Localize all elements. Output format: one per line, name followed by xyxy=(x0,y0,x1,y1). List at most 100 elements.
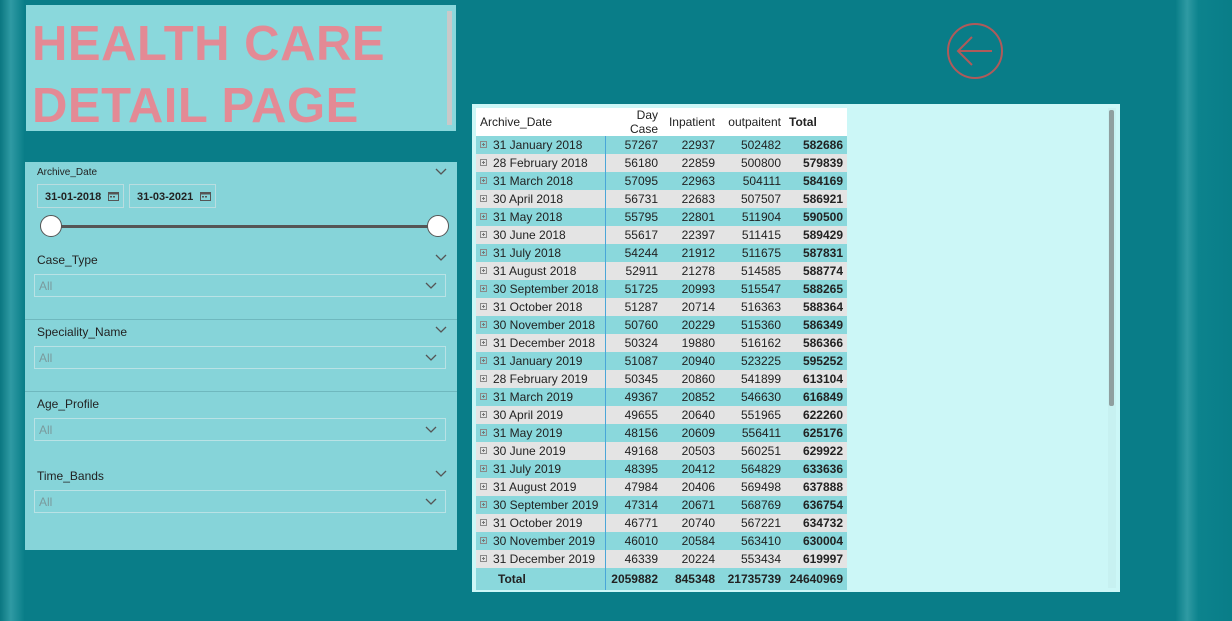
value-cell: 20993 xyxy=(662,280,719,298)
date-label: 31 December 2018 xyxy=(493,336,596,350)
title-scrollbar[interactable] xyxy=(447,11,452,125)
speciality-name-dropdown[interactable]: All xyxy=(34,346,446,369)
calendar-icon[interactable] xyxy=(200,191,211,201)
expand-icon[interactable] xyxy=(480,393,487,401)
column-header[interactable]: Day Case xyxy=(605,108,662,136)
expand-icon[interactable] xyxy=(480,483,487,491)
value-cell: 502482 xyxy=(719,136,785,154)
table-row: 31 January 2018 57267 22937 502482 582686 xyxy=(476,136,847,154)
chevron-down-icon[interactable] xyxy=(435,326,447,334)
expand-icon[interactable] xyxy=(480,195,487,203)
page-title-line2: DETAIL PAGE xyxy=(32,79,359,133)
date-cell: 31 October 2019 xyxy=(476,514,606,532)
column-header[interactable]: Total xyxy=(785,108,847,136)
chevron-down-icon[interactable] xyxy=(435,470,447,478)
total-cell: 629922 xyxy=(785,442,847,460)
total-cell: 625176 xyxy=(785,424,847,442)
expand-icon[interactable] xyxy=(480,213,487,221)
slider-end-handle[interactable] xyxy=(427,215,449,237)
end-date-input[interactable]: 31-03-2021 xyxy=(129,184,216,208)
start-date-value: 31-01-2018 xyxy=(45,191,102,203)
expand-icon[interactable] xyxy=(480,231,487,239)
expand-icon[interactable] xyxy=(480,303,487,311)
case-type-value: All xyxy=(39,279,53,293)
expand-icon[interactable] xyxy=(480,537,487,545)
value-cell: 22801 xyxy=(662,208,719,226)
calendar-icon[interactable] xyxy=(108,191,119,201)
date-label: 31 August 2018 xyxy=(493,264,577,278)
value-cell: 20860 xyxy=(662,370,719,388)
value-cell: 47314 xyxy=(605,496,662,514)
chevron-down-icon[interactable] xyxy=(425,354,437,362)
expand-icon[interactable] xyxy=(480,357,487,365)
table-row: 31 May 2019 48156 20609 556411 625176 xyxy=(476,424,847,442)
expand-icon[interactable] xyxy=(480,141,487,149)
table-scrollbar[interactable] xyxy=(1109,110,1114,406)
value-cell: 560251 xyxy=(719,442,785,460)
chevron-down-icon[interactable] xyxy=(425,498,437,506)
expand-icon[interactable] xyxy=(480,429,487,437)
expand-icon[interactable] xyxy=(480,159,487,167)
expand-icon[interactable] xyxy=(480,411,487,419)
expand-icon[interactable] xyxy=(480,375,487,383)
chevron-down-icon[interactable] xyxy=(435,254,447,262)
expand-icon[interactable] xyxy=(480,501,487,509)
age-profile-dropdown[interactable]: All xyxy=(34,418,446,441)
expand-icon[interactable] xyxy=(480,555,487,563)
slider-start-handle[interactable] xyxy=(40,215,62,237)
total-cell: 586366 xyxy=(785,334,847,352)
expand-icon[interactable] xyxy=(480,321,487,329)
total-cell: 579839 xyxy=(785,154,847,172)
expand-icon[interactable] xyxy=(480,177,487,185)
date-label: 31 May 2019 xyxy=(493,426,563,440)
value-cell: 20740 xyxy=(662,514,719,532)
value-cell: 556411 xyxy=(719,424,785,442)
divider xyxy=(25,391,457,392)
date-label: 31 January 2018 xyxy=(493,138,583,152)
value-cell: 20852 xyxy=(662,388,719,406)
start-date-input[interactable]: 31-01-2018 xyxy=(37,184,124,208)
expand-icon[interactable] xyxy=(480,447,487,455)
table-row: 31 January 2019 51087 20940 523225 595252 xyxy=(476,352,847,370)
expand-icon[interactable] xyxy=(480,285,487,293)
table-row: 30 September 2018 51725 20993 515547 588265 xyxy=(476,280,847,298)
value-cell: 55617 xyxy=(605,226,662,244)
right-edge xyxy=(1176,0,1232,621)
value-cell: 56180 xyxy=(605,154,662,172)
table-row: 28 February 2019 50345 20860 541899 613104 xyxy=(476,370,847,388)
expand-icon[interactable] xyxy=(480,465,487,473)
expand-icon[interactable] xyxy=(480,339,487,347)
value-cell: 504111 xyxy=(719,172,785,190)
value-cell: 20406 xyxy=(662,478,719,496)
chevron-down-icon[interactable] xyxy=(435,168,447,176)
column-header[interactable]: Archive_Date xyxy=(476,108,605,136)
chevron-down-icon[interactable] xyxy=(425,282,437,290)
value-cell: 19880 xyxy=(662,334,719,352)
expand-icon[interactable] xyxy=(480,519,487,527)
value-cell: 507507 xyxy=(719,190,785,208)
expand-icon[interactable] xyxy=(480,267,487,275)
time-bands-dropdown[interactable]: All xyxy=(34,490,446,513)
date-cell: 30 November 2018 xyxy=(476,316,606,334)
case-type-dropdown[interactable]: All xyxy=(34,274,446,297)
total-cell: 637888 xyxy=(785,478,847,496)
back-arrow-icon[interactable] xyxy=(946,22,1004,80)
date-cell: 30 April 2019 xyxy=(476,406,606,424)
value-cell: 20714 xyxy=(662,298,719,316)
date-label: 31 October 2019 xyxy=(493,516,583,530)
age-profile-label: Age_Profile xyxy=(37,397,100,411)
total-cell: 590500 xyxy=(785,208,847,226)
total-cell: 634732 xyxy=(785,514,847,532)
column-header[interactable]: Inpatient xyxy=(662,108,719,136)
date-range-slider[interactable] xyxy=(51,225,437,228)
column-header[interactable]: outpaitent xyxy=(719,108,785,136)
expand-icon[interactable] xyxy=(480,249,487,257)
date-label: 30 April 2019 xyxy=(493,408,564,422)
header-row: Archive_Date Day Case Inpatient outpaite… xyxy=(476,108,847,136)
value-cell: 48156 xyxy=(605,424,662,442)
speciality-name-value: All xyxy=(39,351,53,365)
age-profile-value: All xyxy=(39,423,53,437)
chevron-down-icon[interactable] xyxy=(425,426,437,434)
left-edge xyxy=(0,0,24,621)
date-cell: 31 January 2018 xyxy=(476,136,606,154)
